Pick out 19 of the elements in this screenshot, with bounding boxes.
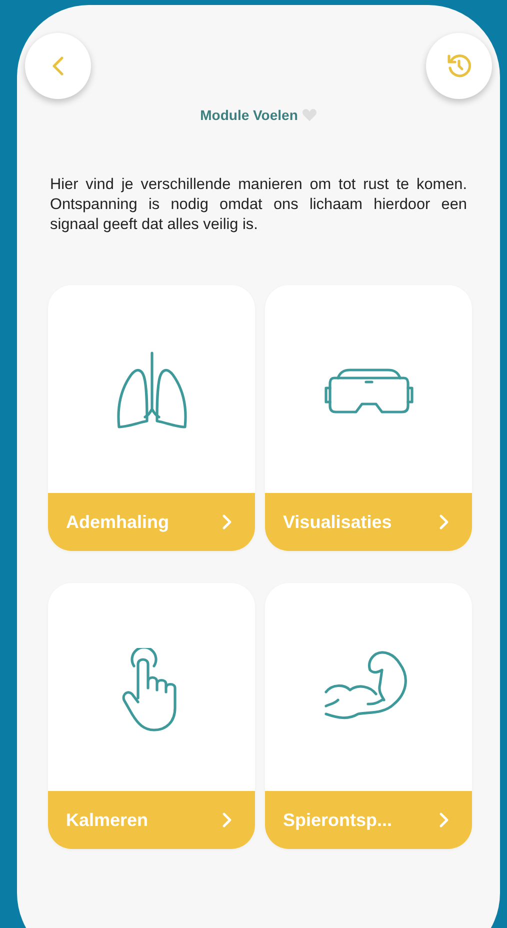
module-button[interactable]: Spierontsp...: [265, 791, 472, 849]
module-card[interactable]: Visualisaties: [265, 285, 472, 551]
chevron-right-icon: [221, 513, 233, 531]
back-button[interactable]: [25, 33, 91, 99]
chevron-right-icon: [438, 811, 450, 829]
intro-text: Hier vind je verschillende manieren om tot rust te komen. Ontspanning is nodig omdat ons lichaam hierdoor een signaal geeft dat alles veilig is.: [50, 175, 467, 235]
history-icon: [446, 53, 472, 79]
chevron-left-icon: [50, 55, 66, 77]
module-button[interactable]: Kalmeren: [48, 791, 255, 849]
heart-icon: [302, 108, 317, 122]
module-title: Module Voelen: [200, 107, 298, 123]
module-button[interactable]: Visualisaties: [265, 493, 472, 551]
module-card[interactable]: Ademhaling: [48, 285, 255, 551]
module-button[interactable]: Ademhaling: [48, 493, 255, 551]
chevron-right-icon: [221, 811, 233, 829]
module-card[interactable]: Spierontsp...: [265, 583, 472, 849]
chevron-right-icon: [438, 513, 450, 531]
module-card[interactable]: Kalmeren: [48, 583, 255, 849]
history-button[interactable]: [426, 33, 492, 99]
